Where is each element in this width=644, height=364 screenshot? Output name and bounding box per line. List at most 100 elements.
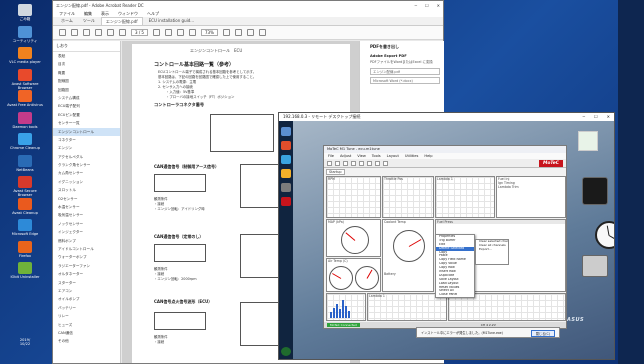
export-file-field[interactable]: エンジン配線.pdf: [370, 67, 440, 75]
menu-layout[interactable]: Layout: [387, 153, 399, 159]
bookmark-item[interactable]: クランク角センサー: [53, 161, 120, 169]
open-icon[interactable]: [335, 160, 340, 166]
bookmark-item[interactable]: ECUピン配置: [53, 111, 120, 119]
bookmark-item[interactable]: オイルポンプ: [53, 295, 120, 303]
menu-file[interactable]: ファイル: [59, 11, 75, 17]
tab-document-1[interactable]: エンジン配線.pdf: [100, 17, 143, 25]
desktop-shortcut[interactable]: VLC media player: [6, 47, 44, 64]
lambda-panel[interactable]: Lambda 1: [435, 176, 495, 218]
print-icon[interactable]: [71, 29, 78, 36]
bookmark-item[interactable]: CAN通信: [53, 329, 120, 337]
fit-page-icon[interactable]: [222, 29, 230, 36]
zoom-in-icon[interactable]: [188, 29, 196, 36]
tab-startup[interactable]: Startup: [326, 169, 345, 175]
zoom-field[interactable]: 73%: [200, 29, 218, 36]
desktop-shortcut[interactable]: NetBeans: [6, 154, 44, 172]
bookmark-item[interactable]: システム構成: [53, 94, 120, 102]
desktop-shortcut[interactable]: Daemon tools: [6, 111, 44, 129]
desktop-shortcut[interactable]: Chrome Cleanup: [6, 133, 44, 150]
tab-document-2[interactable]: ECU installation guid...: [145, 17, 198, 25]
bookmark-item[interactable]: O2センサー: [53, 195, 120, 203]
menu-file[interactable]: File: [328, 153, 334, 159]
menu-adjust[interactable]: Adjust: [340, 153, 351, 159]
close-icon[interactable]: ✕: [437, 3, 440, 8]
bookmark-item[interactable]: 回路図: [53, 86, 120, 94]
highlight-icon[interactable]: [246, 29, 254, 36]
tab-tools[interactable]: ツール: [79, 17, 99, 25]
export-format-select[interactable]: Microsoft Word (*.docx): [370, 76, 440, 84]
submenu-item[interactable]: Export...: [476, 248, 508, 252]
bookmark-item[interactable]: センサー一覧: [53, 119, 120, 127]
bookmark-item[interactable]: カム角センサー: [53, 169, 120, 177]
remote-app-icon[interactable]: [281, 183, 291, 192]
tab-home[interactable]: ホーム: [57, 17, 77, 25]
maximize-icon[interactable]: ☐: [425, 3, 429, 8]
menu-view[interactable]: View: [357, 153, 366, 159]
minimize-icon[interactable]: ─: [583, 113, 585, 121]
map-gauge-panel[interactable]: MAP (kPa): [326, 219, 381, 257]
notification-close-button[interactable]: 閉じる(C): [530, 330, 555, 337]
bookmark-item[interactable]: コネクター: [53, 136, 120, 144]
menu-tools[interactable]: Tools: [372, 153, 381, 159]
hand-icon[interactable]: [164, 29, 172, 36]
desktop-shortcut[interactable]: IObit Uninstaller: [6, 262, 44, 279]
bookmark-item[interactable]: ECU端子配列: [53, 102, 120, 110]
minimize-icon[interactable]: ─: [415, 3, 417, 8]
desktop-shortcut[interactable]: Microsoft Edge: [6, 219, 44, 236]
mail-icon[interactable]: [83, 29, 90, 36]
connect-icon[interactable]: [351, 160, 356, 166]
undo-icon[interactable]: [367, 160, 372, 166]
search-icon[interactable]: [95, 29, 102, 36]
context-menu-item[interactable]: Close Panel: [436, 293, 474, 297]
remote-desktop-surface[interactable]: ASUS MoTeC M1 Tune - ecu.m1tune File Adj…: [279, 121, 614, 359]
bookmark-item[interactable]: インジェクター: [53, 228, 120, 236]
menu-view[interactable]: 表示: [101, 11, 109, 17]
air-temp-panel[interactable]: Air Temp (C): [326, 258, 381, 292]
values-table-panel[interactable]: Fuel Inj Ign Timing Lambda Trim: [496, 176, 566, 218]
menu-help[interactable]: Help: [424, 153, 432, 159]
bookmark-item[interactable]: エアコン: [53, 287, 120, 295]
bookmark-item[interactable]: 水温センサー: [53, 203, 120, 211]
remote-app-icon[interactable]: [281, 141, 291, 150]
close-icon[interactable]: ✕: [607, 113, 610, 121]
redo-icon[interactable]: [375, 160, 380, 166]
bookmark-item[interactable]: イグニッション: [53, 178, 120, 186]
send-icon[interactable]: [359, 160, 364, 166]
desktop-shortcut[interactable]: Avast Secure Browser: [6, 176, 44, 197]
start-icon[interactable]: [281, 347, 291, 356]
desktop-shortcut[interactable]: Avast Software Browser: [6, 68, 44, 90]
zoom-out-icon[interactable]: [176, 29, 184, 36]
page-number-field[interactable]: 3 / 5: [131, 29, 148, 36]
desktop-shortcut[interactable]: Avast Cleanup: [6, 197, 44, 215]
bookmark-item[interactable]: リレー: [53, 312, 120, 320]
desktop-shortcut[interactable]: ごみ箱: [6, 4, 44, 21]
bookmark-item[interactable]: エンジン: [53, 144, 120, 152]
save-icon[interactable]: [59, 29, 66, 36]
motec-taskbar-icon[interactable]: [281, 197, 291, 206]
menu-window[interactable]: ウィンドウ: [118, 11, 138, 17]
throttle-panel[interactable]: Throttle Pos: [382, 176, 434, 218]
page-up-icon[interactable]: [107, 29, 114, 36]
bookmark-item[interactable]: アイドルコントロール: [53, 245, 120, 253]
cursor-icon[interactable]: [152, 29, 160, 36]
bookmark-item[interactable]: スターター: [53, 279, 120, 287]
save-icon[interactable]: [343, 160, 348, 166]
bar-graph-panel[interactable]: [326, 293, 366, 321]
bookmark-item[interactable]: ノックセンサー: [53, 220, 120, 228]
bookmark-item[interactable]: スロットル: [53, 186, 120, 194]
bookmark-item[interactable]: ヒューズ: [53, 321, 120, 329]
bookmark-item[interactable]: エンジンコントロール: [53, 127, 120, 136]
bookmark-item[interactable]: バッテリー: [53, 304, 120, 312]
bookmark-item[interactable]: 概要: [53, 69, 120, 77]
bookmark-item[interactable]: 表紙: [53, 52, 120, 60]
desktop-shortcut[interactable]: Firefox: [6, 240, 44, 258]
remote-app-icon[interactable]: [281, 169, 291, 178]
page-down-icon[interactable]: [119, 29, 126, 36]
coolant-panel[interactable]: Coolant Temp Battery: [382, 219, 434, 292]
bookmark-item[interactable]: ラジエーターファン: [53, 262, 120, 270]
menu-help[interactable]: ヘルプ: [147, 11, 159, 17]
bookmark-item[interactable]: オルタネーター: [53, 270, 120, 278]
bookmark-item[interactable]: 目次: [53, 60, 120, 68]
bookmark-item[interactable]: アクセルペダル: [53, 153, 120, 161]
bookmark-item[interactable]: 吸気温センサー: [53, 211, 120, 219]
